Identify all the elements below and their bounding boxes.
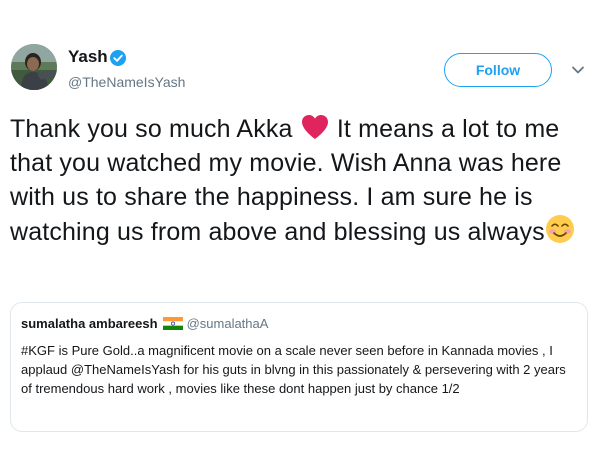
tweet-text: Thank you so much Akka It means a lot to…: [10, 112, 595, 249]
verified-badge-icon: [110, 50, 126, 66]
follow-button[interactable]: Follow: [444, 53, 552, 87]
smiling-face-icon: [545, 215, 574, 243]
author-name[interactable]: Yash: [68, 47, 108, 67]
tweet-card: Yash @TheNameIsYash Follow Thank you so …: [0, 0, 600, 450]
quoted-author-name: sumalatha ambareesh: [21, 316, 158, 331]
chevron-down-icon[interactable]: [571, 65, 585, 75]
avatar-image: [11, 44, 57, 90]
author-handle[interactable]: @TheNameIsYash: [68, 74, 185, 91]
india-flag-icon: [162, 317, 183, 330]
quoted-tweet-header: sumalatha ambareesh @sumalathaA: [21, 316, 268, 332]
red-heart-icon: [301, 115, 328, 139]
tweet-text-part-1: Thank you so much Akka: [10, 115, 300, 143]
avatar[interactable]: [11, 44, 57, 90]
quoted-author-handle: @sumalathaA: [186, 316, 269, 331]
quoted-tweet[interactable]: sumalatha ambareesh @sumalathaA #KGF is P…: [10, 302, 588, 432]
quoted-tweet-text: #KGF is Pure Gold..a magnificent movie o…: [21, 343, 566, 396]
